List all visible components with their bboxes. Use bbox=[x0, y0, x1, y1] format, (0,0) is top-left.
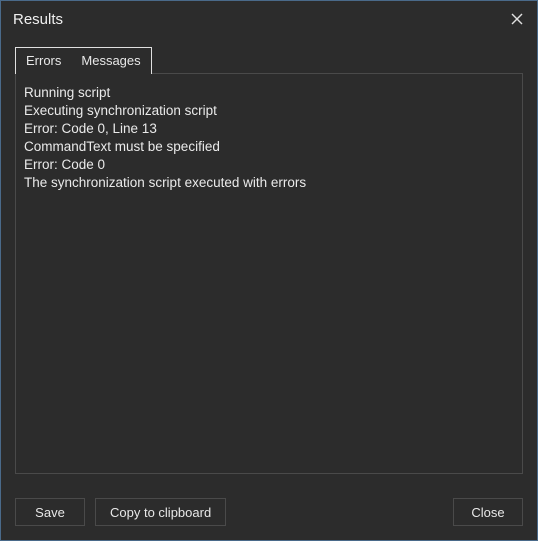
log-line: Executing synchronization script bbox=[24, 102, 514, 120]
log-line: The synchronization script executed with… bbox=[24, 174, 514, 192]
close-icon[interactable] bbox=[507, 9, 527, 29]
log-line: CommandText must be specified bbox=[24, 138, 514, 156]
tab-messages[interactable]: Messages bbox=[71, 48, 150, 74]
log-line: Error: Code 0, Line 13 bbox=[24, 120, 514, 138]
results-dialog: Results Errors Messages Running script E… bbox=[0, 0, 538, 541]
log-line: Running script bbox=[24, 84, 514, 102]
log-panel: Running script Executing synchronization… bbox=[15, 73, 523, 474]
save-button[interactable]: Save bbox=[15, 498, 85, 526]
dialog-body: Errors Messages Running script Executing… bbox=[1, 37, 537, 488]
tab-errors[interactable]: Errors bbox=[16, 48, 71, 74]
dialog-footer: Save Copy to clipboard Close bbox=[1, 488, 537, 540]
titlebar: Results bbox=[1, 1, 537, 37]
copy-to-clipboard-button[interactable]: Copy to clipboard bbox=[95, 498, 226, 526]
window-title: Results bbox=[13, 11, 63, 28]
log-line: Error: Code 0 bbox=[24, 156, 514, 174]
tab-bar: Errors Messages bbox=[15, 47, 523, 74]
close-button[interactable]: Close bbox=[453, 498, 523, 526]
